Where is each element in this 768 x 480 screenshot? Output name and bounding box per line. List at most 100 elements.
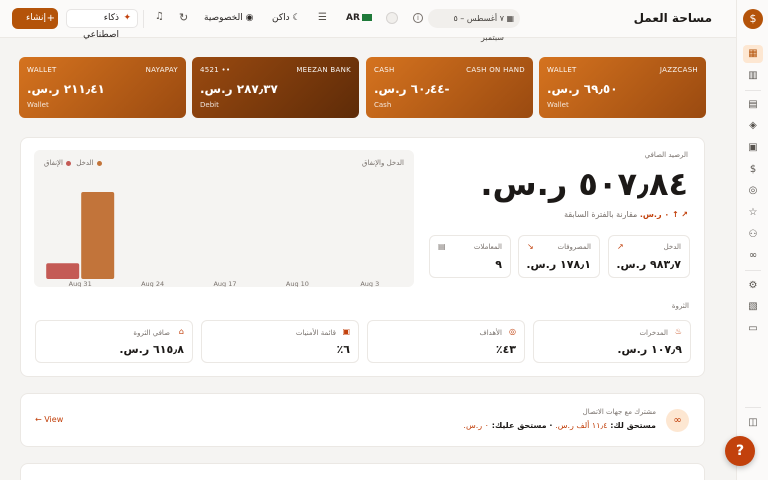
chart-legend: الدخل الإنفاق [44,159,105,167]
plus-icon: + [46,13,55,24]
collapse-sidebar-icon[interactable]: ◫ [743,414,763,432]
privacy-label: الخصوصية [204,13,243,23]
next-section-card [20,463,705,480]
receipt-icon[interactable]: ▧ [743,298,763,316]
receipt-icon: ▤ [438,242,446,251]
handshake-icon: ∞ [666,409,689,432]
eye-icon: ◉ [245,13,254,23]
contacts-balance: مستحق لك: ١١٫٤ ألف ر.س. · مستحق عليك: ٠ … [463,421,656,430]
menu-icon[interactable]: ☰ [318,12,327,23]
ai-button[interactable]: ✦ ذكاء اصطناعي [66,9,138,40]
refresh-icon[interactable]: ↻ [179,11,188,24]
contacts-panel: ∞ مشترك مع جهات الاتصال مستحق لك: ١١٫٤ أ… [20,393,705,447]
transactions-stat-card[interactable]: ▤ المعاملات ٩ [429,235,511,278]
header-divider [143,10,144,28]
account-card[interactable]: CASH CASH ON HAND -٦٠٫٤٤ ر.س. Cash [366,57,533,118]
dark-mode-label: داكن [272,13,290,23]
dashboard-icon[interactable]: ▦ [743,45,763,63]
sync-toggle[interactable] [386,12,398,24]
income-expense-chart: Aug 3 Aug 10 Aug 17 Aug 24 Aug 31 الدخل والإ… [34,150,414,287]
user-icon[interactable]: ⚇ [743,226,763,244]
separator: · [549,421,553,430]
account-balance: ٢١١٫٤١ ر.س. [27,82,105,96]
document-icon[interactable]: ▤ [743,96,763,114]
app-root: مساحة العمل ▦ ٧ أغسطس – ٥ سبتمبر i AR ☰ … [0,0,768,480]
sidebar-divider [745,407,761,408]
saudi-flag-icon [362,14,372,21]
moon-icon: ☾ [292,13,301,23]
chart-canvas: Aug 3 Aug 10 Aug 17 Aug 24 Aug 31 [46,192,379,287]
stat-value: ١٧٨٫١ ر.س. [526,258,591,271]
expense-stat-card[interactable]: ↘ المصروفات ١٧٨٫١ ر.س. [518,235,600,278]
sparkle-icon: ✦ [123,13,131,23]
account-type: WALLET [547,66,577,74]
wealth-label: قائمة الأمنيات [295,329,336,337]
date-range-label: ٧ أغسطس – ٥ سبتمبر [453,14,504,42]
x-tick-label: Aug 24 [141,280,164,287]
x-tick-label: Aug 10 [286,280,309,287]
create-button[interactable]: + إنشاء [12,8,58,29]
you-owe-value: ٠ ر.س. [463,421,489,430]
chart-title: الدخل والإنفاق [362,159,404,167]
language-button[interactable]: AR [346,13,360,23]
account-type: CASH [374,66,395,74]
star-icon[interactable]: ☆ [743,204,763,222]
handshake-icon[interactable]: ∞ [743,247,763,265]
account-card[interactable]: WALLET NAYAPAY ٢١١٫٤١ ر.س. Wallet [19,57,186,118]
help-button[interactable]: ? [725,436,755,466]
account-card[interactable]: WALLET JAZZCASH ٦٩٫٥٠ ر.س. Wallet [539,57,706,118]
dollar-icon[interactable]: $ [743,161,763,179]
bar-chart-icon[interactable]: ▥ [743,67,763,85]
account-type: 4521 •• [200,66,231,74]
owed-to-you-value: ١١٫٤ ألف ر.س. [555,421,608,430]
tag-icon[interactable]: ◈ [743,117,763,135]
wealth-value: ٦٪ [336,343,350,356]
date-range-picker[interactable]: ▦ ٧ أغسطس – ٥ سبتمبر [428,9,520,42]
expense-bar[interactable] [46,263,80,279]
gear-icon[interactable]: ⚙ [743,277,763,295]
savings-card[interactable]: ♨ المدخرات ١٠٧٫٩ ر.س. [533,320,691,363]
piggy-bank-icon: ♨ [674,327,682,336]
account-name: MEEZAN BANK [296,66,351,74]
net-worth-card[interactable]: ⌂ صافي الثروة ٦١٥٫٨ ر.س. [35,320,193,363]
stat-label: المصروفات [557,243,591,251]
logo-icon[interactable]: $ [743,9,763,29]
goals-card[interactable]: ◎ الأهداف ٤٣٪ [367,320,525,363]
net-comparison: ↗ ↑ ٠ ر.س. مقارنة بالفترة السابقة [564,210,688,219]
wallet-icon[interactable]: ▣ [743,139,763,157]
legend-income: الدخل [76,159,94,167]
wealth-section-label: الثروة [671,302,689,310]
wealth-value: ٦١٥٫٨ ر.س. [119,343,184,356]
contacts-title: مشترك مع جهات الاتصال [582,408,656,416]
sidebar: $ ▦ ▥ ▤ ◈ ▣ $ ◎ ☆ ⚇ ∞ ⚙ ▧ ▭ ◫ [736,0,768,480]
account-subtype: Debit [200,101,219,109]
dark-mode-button[interactable]: داكن ☾ [272,13,301,23]
stat-label: المعاملات [473,243,502,251]
wealth-label: صافي الثروة [133,329,170,337]
view-contacts-link[interactable]: ← View [35,415,63,424]
info-icon[interactable]: i [413,13,423,23]
privacy-button[interactable]: الخصوصية ◉ [204,13,253,23]
overview-panel: Aug 3 Aug 10 Aug 17 Aug 24 Aug 31 الدخل والإ… [20,137,705,377]
account-subtype: Wallet [547,101,569,109]
arrow-left-icon: ← [35,415,42,424]
legend-expense-dot [66,160,71,166]
legend-income-dot [96,160,102,166]
target-icon[interactable]: ◎ [743,182,763,200]
account-balance: ٢٨٧٫٣٧ ر.س. [200,82,278,96]
account-name: NAYAPAY [145,66,178,74]
owed-to-you-label: مستحق لك: [610,421,656,430]
account-name: JAZZCASH [659,66,698,74]
x-tick-label: Aug 17 [213,280,236,287]
income-bar[interactable] [81,192,115,279]
account-subtype: Cash [374,101,392,109]
net-balance-value: ٥٠٧٫٨٤ ر.س. [480,165,688,203]
message-icon[interactable]: ▭ [743,320,763,338]
income-stat-card[interactable]: ↗ الدخل ٩٨٣٫٧ ر.س. [608,235,690,278]
wealth-value: ٤٣٪ [495,343,516,356]
wishlist-card[interactable]: ▣ قائمة الأمنيات ٦٪ [201,320,359,363]
account-balance: ٦٩٫٥٠ ر.س. [547,82,618,96]
account-card[interactable]: 4521 •• MEEZAN BANK ٢٨٧٫٣٧ ر.س. Debit [192,57,359,118]
bell-icon[interactable]: ♫ [155,11,164,22]
bank-icon: ⌂ [178,327,184,336]
